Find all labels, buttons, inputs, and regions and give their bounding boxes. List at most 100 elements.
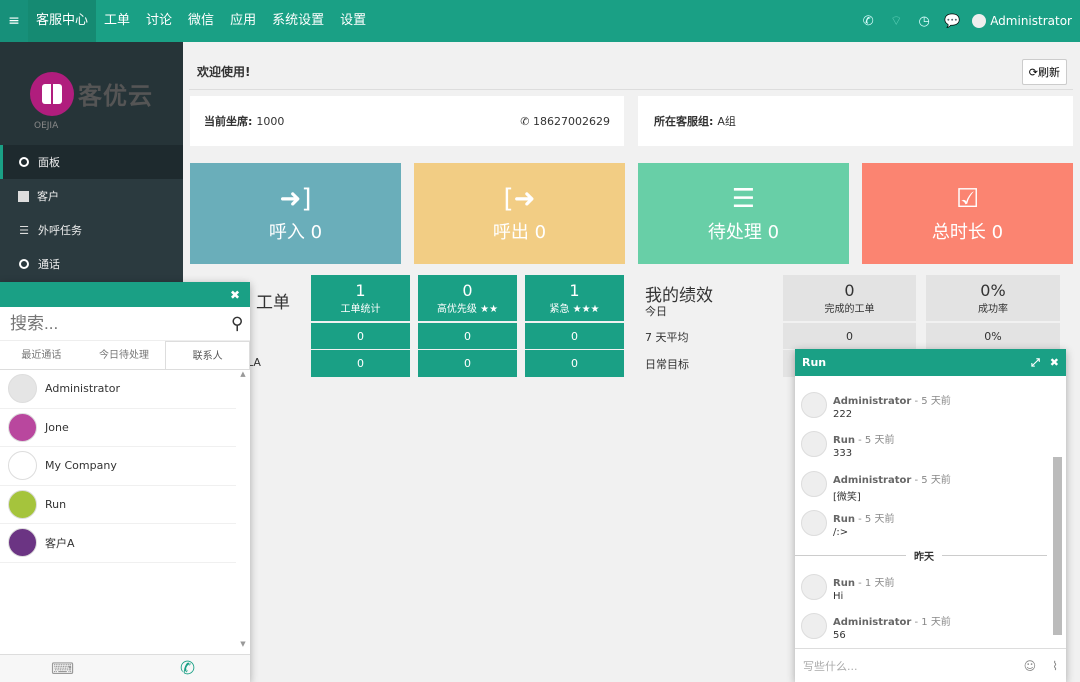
nav-tickets[interactable]: 工单 (96, 0, 138, 42)
group-value: A组 (717, 115, 736, 128)
chat-title: Run (802, 356, 827, 369)
sidebar-item-label: 客户 (37, 190, 59, 203)
message-author: Run (833, 435, 855, 447)
chat-message: Administrator - 1 天前 56 (795, 607, 1053, 646)
group-label: 所在客服组: (654, 115, 714, 128)
expand-icon[interactable]: ⤢ (1031, 356, 1040, 370)
stat-outbound[interactable]: [➜ 呼出 0 (414, 163, 625, 264)
sidebar-item-label: 面板 (38, 156, 60, 169)
sidebar-item-label: 通话 (38, 258, 60, 271)
message-author: Run (833, 513, 855, 525)
ticket-stat-total[interactable]: 1 工单统计 (311, 275, 410, 321)
hamburger-menu-icon[interactable]: ≡ (0, 0, 28, 42)
phone-number: 18627002629 (533, 114, 610, 128)
ticket-cell: 0 (525, 350, 624, 377)
ticket-cell: 0 (418, 350, 517, 377)
nav-system-settings[interactable]: 系统设置 (264, 0, 332, 42)
chat-window: Run ⤢ ✖ Administrator - 5 天前 222 Run - 5… (795, 349, 1066, 682)
search-row: ⚲ (0, 307, 250, 341)
contact-name: Run (45, 497, 67, 511)
stat-total-duration[interactable]: ☑ 总时长 0 (862, 163, 1073, 264)
clock-icon[interactable]: ◷ (910, 14, 938, 29)
phone-icon[interactable]: ✆ (854, 14, 882, 29)
stat-value: 0 (991, 221, 1004, 243)
phone-call-icon[interactable]: ✆ (125, 658, 250, 679)
ticket-cell: 0 (311, 323, 410, 349)
stat-label: 呼入 (268, 221, 305, 243)
group-info-card: 所在客服组: A组 (638, 96, 1073, 146)
wifi-icon[interactable]: ⌔ (882, 13, 910, 29)
message-text: 56 (833, 630, 846, 642)
message-text: [微笑] (833, 491, 861, 503)
message-time: - 5 天前 (914, 396, 951, 407)
message-time: - 1 天前 (858, 578, 895, 590)
scroll-down-icon[interactable]: ▼ (238, 640, 248, 648)
list-item[interactable]: Jone (0, 409, 236, 447)
contact-name: Jone (45, 420, 69, 434)
scrollbar[interactable]: ▲ ▼ (238, 370, 248, 648)
cell-number: 1 (355, 280, 366, 300)
server-icon: ☰ (731, 183, 756, 214)
circle-icon (18, 258, 30, 270)
refresh-button[interactable]: ⟳刷新 (1021, 58, 1067, 85)
list-item[interactable]: Run (0, 486, 236, 524)
sidebar-item-dashboard[interactable]: 面板 (0, 145, 183, 179)
message-text: 333 (833, 448, 853, 460)
message-time: - 5 天前 (858, 513, 895, 525)
avatar (8, 489, 37, 519)
keyboard-icon[interactable]: ⌨ (0, 659, 125, 678)
tab-contacts[interactable]: 联系人 (165, 341, 251, 369)
list-item[interactable]: 客户A (0, 524, 236, 563)
avatar (801, 613, 827, 640)
scroll-up-icon[interactable]: ▲ (238, 370, 248, 378)
nav-apps[interactable]: 应用 (222, 0, 264, 42)
stat-value: 0 (767, 221, 780, 243)
close-icon[interactable]: ✖ (230, 288, 240, 302)
nav-settings[interactable]: 设置 (332, 0, 374, 42)
cell-number: 0% (980, 280, 1006, 300)
nav-customer-service[interactable]: 客服中心 (28, 0, 97, 42)
paperclip-icon[interactable]: ⌇ (1052, 659, 1058, 673)
search-input[interactable] (10, 313, 231, 334)
stat-inbound[interactable]: ➜] 呼入 0 (190, 163, 401, 264)
logo-mark-icon (30, 71, 74, 116)
user-menu[interactable]: Administrator (972, 14, 1072, 28)
stat-value: 0 (310, 221, 323, 243)
nav-wechat[interactable]: 微信 (180, 0, 222, 42)
ticket-cell: 0 (418, 323, 517, 349)
emoji-icon[interactable]: ☺ (1024, 659, 1037, 673)
sidebar-item-customers[interactable]: 客户 (0, 179, 183, 213)
chat-message: Run - 5 天前 333 (795, 425, 1053, 464)
ticket-cell: 0 (525, 323, 624, 349)
sidebar-item-outbound-tasks[interactable]: ☰ 外呼任务 (0, 213, 183, 247)
perf-row-7day: 7 天平均 (645, 331, 689, 344)
search-icon[interactable]: ⚲ (231, 314, 243, 334)
ticket-cell: 0 (311, 350, 410, 377)
close-icon[interactable]: ✖ (1050, 356, 1059, 370)
ticket-stat-urgent[interactable]: 1 紧急 ★★★ (525, 275, 624, 321)
nav-discussion[interactable]: 讨论 (138, 0, 180, 42)
list-item[interactable]: My Company (0, 447, 236, 486)
sidebar-item-calls[interactable]: 通话 (0, 247, 183, 281)
perf-row-today: 今日 (645, 305, 667, 318)
contact-tabs: 最近通话 今日待处理 联系人 (0, 341, 251, 370)
stat-label: 呼出 (492, 221, 529, 243)
cell-number: 0 (462, 280, 473, 300)
tab-today-pending[interactable]: 今日待处理 (83, 341, 166, 369)
chat-message: Administrator - 5 天前 222 (795, 386, 1053, 425)
sign-in-icon: ➜] (279, 183, 312, 214)
stat-value: 0 (534, 221, 547, 243)
chat-scrollbar[interactable] (1053, 457, 1062, 635)
list-item[interactable]: Administrator (0, 370, 236, 409)
contact-list: Administrator Jone My Company Run 客户A (0, 370, 250, 563)
stat-pending[interactable]: ☰ 待处理 0 (638, 163, 849, 264)
contacts-popup: ✖ ⚲ 最近通话 今日待处理 联系人 Administrator Jone My… (0, 282, 251, 682)
chat-bubbles-icon[interactable]: 💬 (938, 14, 966, 29)
chat-input[interactable]: 写些什么... ☺ ⌇ (795, 648, 1066, 682)
ticket-stat-high[interactable]: 0 高优先级 ★★ (418, 275, 517, 321)
avatar (801, 470, 827, 497)
message-text: 222 (833, 409, 853, 420)
tab-recent-calls[interactable]: 最近通话 (0, 341, 83, 369)
seat-label: 当前坐席: (204, 115, 253, 128)
server-icon: ☰ (19, 223, 29, 237)
